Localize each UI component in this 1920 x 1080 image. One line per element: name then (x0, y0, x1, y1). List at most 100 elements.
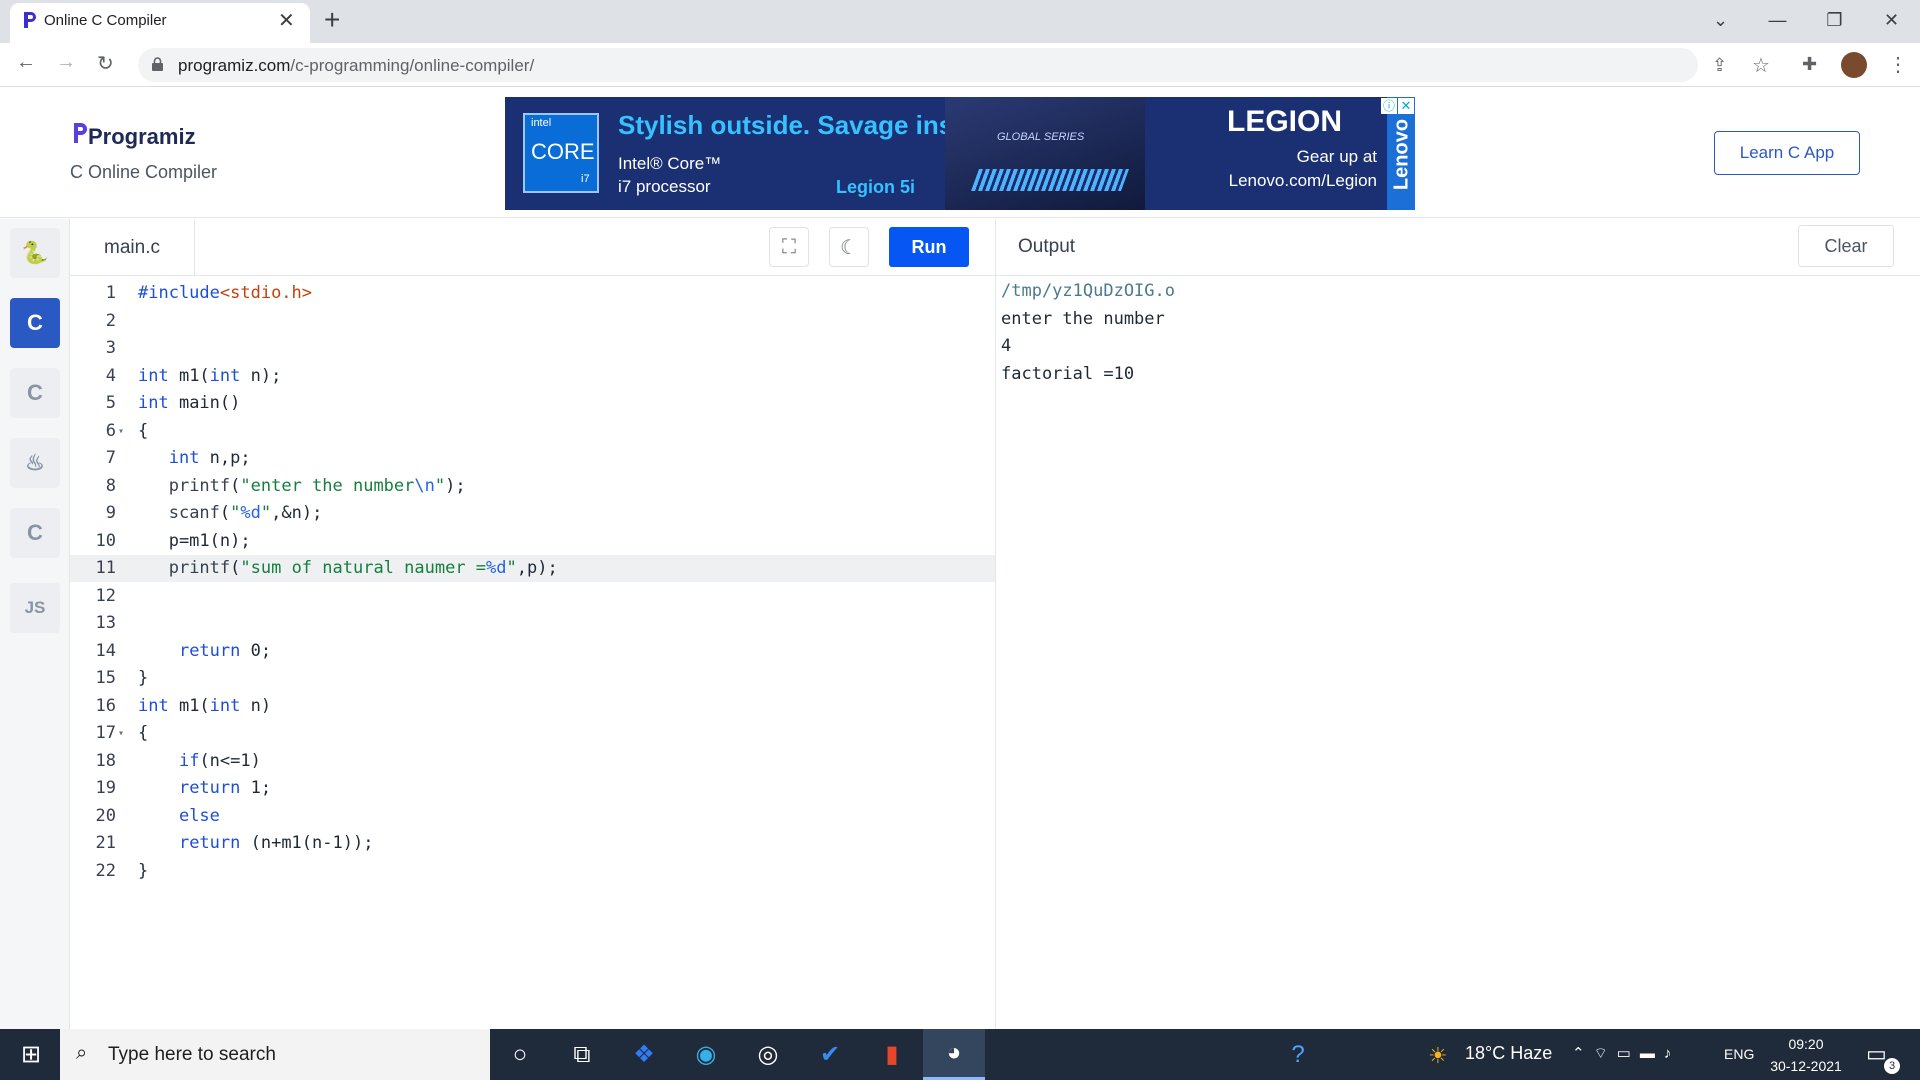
site-logo[interactable]: Programiz (88, 124, 196, 150)
line-number: 12 (95, 585, 116, 606)
clear-button[interactable]: Clear (1798, 225, 1894, 267)
dark-mode-icon[interactable]: ☾ (829, 227, 869, 267)
windows-start-icon[interactable]: ⊞ (0, 1029, 62, 1080)
line-number: 5 (105, 393, 116, 413)
taskbar-search-box[interactable]: ⌕ Type here to search (60, 1029, 490, 1080)
code-line[interactable]: } (138, 665, 148, 693)
restore-icon[interactable]: ❐ (1806, 0, 1863, 40)
line-number: 13 (95, 613, 116, 633)
url-text: programiz.com/c-programming/online-compi… (178, 56, 535, 75)
ad-cpu-line2: i7 processor (618, 177, 711, 196)
line-number: 9 (105, 503, 116, 523)
ad-info-icon[interactable]: ⓘ (1381, 98, 1397, 114)
tab-close-icon[interactable]: ✕ (278, 8, 295, 33)
code-line[interactable]: return 0; (138, 638, 271, 666)
line-number: 3 (105, 338, 116, 358)
code-line[interactable]: printf("enter the number\n"); (138, 473, 466, 501)
line-number: 4 (105, 365, 116, 386)
cortana-icon[interactable]: ○ (489, 1029, 551, 1080)
output-console: /tmp/yz1QuDzOIG.o enter the number 4 factor… (1001, 278, 1175, 388)
back-icon[interactable]: ← (16, 51, 36, 74)
code-line[interactable]: { (138, 418, 148, 446)
ad-vendor: Lenovo (1390, 118, 1413, 191)
tray-icons[interactable]: ⌃⌔▭▬♪ (1572, 1044, 1680, 1063)
language-indicator[interactable]: ENG (1724, 1046, 1754, 1062)
file-tab[interactable]: main.c (70, 219, 195, 276)
code-line[interactable]: printf("sum of natural naumer =%d",p); (138, 555, 558, 583)
ad-brand: LEGION (1227, 105, 1343, 138)
office-icon[interactable]: ▮ (861, 1029, 923, 1080)
line-number: 6 (105, 420, 116, 441)
edge-icon[interactable]: ◉ (675, 1029, 737, 1080)
code-line[interactable]: #include<stdio.h> (138, 280, 312, 308)
chrome-taskbar-icon[interactable]: ◕ (923, 1029, 985, 1080)
ad-headline: Stylish outside. Savage inside. (618, 110, 999, 140)
keyboard-lights (970, 169, 1130, 191)
fullscreen-icon[interactable]: ⛶ (769, 227, 809, 267)
output-line: enter the number (1001, 308, 1165, 329)
code-line[interactable]: int n,p; (138, 445, 251, 473)
close-window-icon[interactable]: ✕ (1863, 0, 1920, 40)
code-line[interactable]: return 1; (138, 775, 271, 803)
code-line[interactable]: int m1(int n) (138, 693, 271, 721)
ad-cta-line1: Gear up at (1296, 147, 1377, 166)
ad-badge: GLOBAL SERIES (997, 131, 1085, 143)
steam-icon[interactable]: ◎ (737, 1029, 799, 1080)
profile-avatar[interactable] (1841, 52, 1867, 78)
line-number: 1 (105, 283, 116, 303)
weather-text[interactable]: 18°C Haze (1465, 1043, 1552, 1064)
ad-close-icon[interactable]: ✕ (1398, 98, 1414, 114)
bookmark-star-icon[interactable]: ☆ (1752, 53, 1770, 78)
js-language-icon[interactable]: JS (10, 583, 60, 633)
code-editor[interactable]: 1 #include<stdio.h> 2 3 4 int m1(int n); 5 int … (70, 276, 995, 1029)
line-number: 15 (95, 668, 116, 688)
run-button[interactable]: Run (889, 227, 969, 267)
line-number: 16 (95, 695, 116, 716)
code-line[interactable]: int m1(int n); (138, 363, 281, 391)
cpp-language-icon[interactable]: C (10, 368, 60, 418)
laptop-image: GLOBAL SERIES (945, 97, 1145, 210)
line-number: 18 (95, 750, 116, 771)
code-line[interactable]: int main() (138, 390, 240, 418)
site-subtitle: C Online Compiler (70, 162, 218, 182)
task-view-icon[interactable]: ⧉ (551, 1029, 613, 1080)
clock-time: 09:20 (1788, 1036, 1824, 1052)
dropbox-icon[interactable]: ❖ (613, 1029, 675, 1080)
new-tab-button[interactable]: + (324, 4, 340, 36)
extensions-icon[interactable]: ✚ (1802, 54, 1817, 75)
learn-c-app-button[interactable]: Learn C App (1714, 131, 1860, 175)
python-language-icon[interactable]: 🐍 (10, 228, 60, 278)
fold-chevron-icon[interactable]: ▾ (118, 418, 128, 446)
code-line[interactable]: { (138, 720, 148, 748)
tab-search-icon[interactable]: ⌄ (1692, 0, 1749, 40)
code-line[interactable]: scanf("%d",&n); (138, 500, 323, 528)
line-number: 2 (105, 310, 116, 331)
todo-icon[interactable]: ✔ (799, 1029, 861, 1080)
code-line[interactable]: return (n+m1(n-1)); (138, 830, 373, 858)
java-language-icon[interactable]: ♨ (10, 438, 60, 488)
code-line[interactable]: else (138, 803, 220, 831)
lock-icon (152, 57, 163, 71)
fold-chevron-icon[interactable]: ▾ (118, 720, 128, 748)
help-icon[interactable]: ? (1267, 1029, 1329, 1080)
code-line[interactable]: } (138, 858, 148, 886)
c-language-icon[interactable]: C (10, 298, 60, 348)
search-placeholder: Type here to search (108, 1043, 276, 1065)
notification-count-badge: 3 (1884, 1058, 1900, 1074)
minimize-icon[interactable]: — (1749, 0, 1806, 40)
share-icon[interactable]: ⇪ (1712, 55, 1727, 76)
code-line[interactable]: p=m1(n); (138, 528, 251, 556)
code-line[interactable]: if(n<=1) (138, 748, 261, 776)
forward-icon[interactable]: → (56, 51, 76, 74)
output-toolbar (995, 219, 1920, 276)
ad-banner[interactable]: intel CORE i7 Stylish outside. Savage in… (505, 97, 1415, 210)
ad-cta-line2: Lenovo.com/Legion (1228, 171, 1377, 190)
programiz-favicon-icon (24, 12, 36, 28)
browser-menu-icon[interactable]: ⋮ (1888, 52, 1908, 77)
reload-icon[interactable]: ↻ (97, 51, 114, 76)
csharp-language-icon[interactable]: C (10, 508, 60, 558)
taskbar-clock[interactable]: 09:20 30-12-2021 (1766, 1033, 1846, 1077)
programiz-logo-mark-icon (74, 123, 87, 143)
weather-icon: ☀ (1428, 1043, 1448, 1068)
line-number: 10 (95, 530, 116, 551)
